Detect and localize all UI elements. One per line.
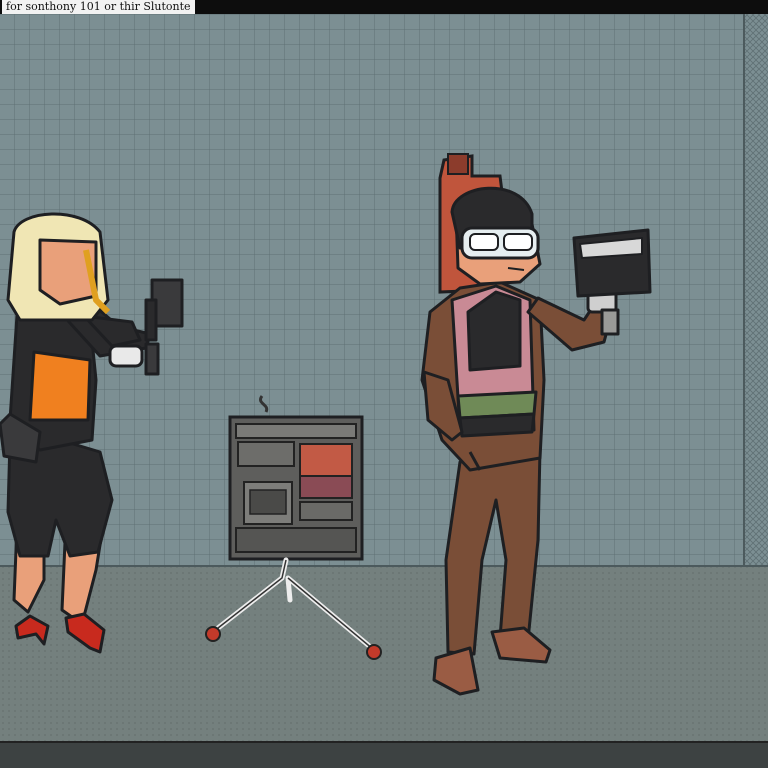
floor bbox=[0, 566, 768, 742]
top-bar: for sonthony 101 or thir Slutonte bbox=[0, 0, 768, 14]
bottom-strip bbox=[0, 742, 768, 768]
back-wall bbox=[0, 14, 768, 566]
caption-text: for sonthony 101 or thir Slutonte bbox=[2, 0, 195, 14]
wall-mesh-panel bbox=[744, 14, 768, 566]
illustration-scene bbox=[0, 14, 768, 768]
